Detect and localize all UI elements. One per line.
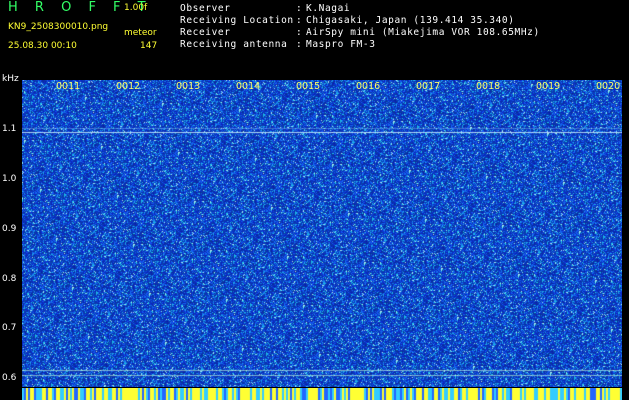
file-datetime: 25.08.30 00:10 (8, 41, 77, 51)
x-tick-label: 0013 (176, 81, 201, 92)
x-tick-label: 0011 (56, 81, 81, 92)
y-tick-label: 1.1 (2, 124, 17, 134)
y-tick-label: 0.8 (2, 274, 17, 284)
x-tick-label: 0012 (116, 81, 141, 92)
location-colon: : (296, 15, 302, 26)
y-tick-label: 0.6 (2, 373, 17, 383)
receiver-colon: : (296, 27, 302, 38)
receiver-value: AirSpy mini (Miakejima VOR 108.65MHz) (306, 27, 540, 38)
x-tick-label: 0018 (476, 81, 501, 92)
receiver-label: Receiver (180, 27, 231, 38)
location-label: Receiving Location (180, 15, 294, 26)
signal-level-bar (22, 388, 622, 400)
x-tick-label: 0019 (536, 81, 561, 92)
y-tick-label: 0.7 (2, 323, 17, 333)
y-tick-label: 1.0 (2, 174, 17, 184)
observer-label: Observer (180, 3, 231, 14)
detection-count: 147 (140, 41, 158, 51)
antenna-colon: : (296, 39, 302, 50)
x-tick-label: 0017 (416, 81, 441, 92)
y-tick-label: 0.9 (2, 224, 17, 234)
x-tick-label: 0020 (596, 81, 621, 92)
x-tick-label: 0014 (236, 81, 261, 92)
x-tick-label: 0015 (296, 81, 321, 92)
app-version: 1.00f (124, 3, 148, 13)
location-value: Chigasaki, Japan (139.414 35.340) (306, 15, 515, 26)
y-axis-unit: kHz (2, 74, 19, 84)
observer-value: K.Nagai (306, 3, 351, 14)
spectrogram-waterfall (22, 80, 622, 387)
detection-mode: meteor (124, 28, 157, 38)
antenna-value: Maspro FM-3 (306, 39, 376, 50)
antenna-label: Receiving antenna (180, 39, 288, 50)
x-tick-label: 0016 (356, 81, 381, 92)
observer-colon: : (296, 3, 302, 14)
file-name: KN9_2508300010.png (8, 22, 109, 32)
